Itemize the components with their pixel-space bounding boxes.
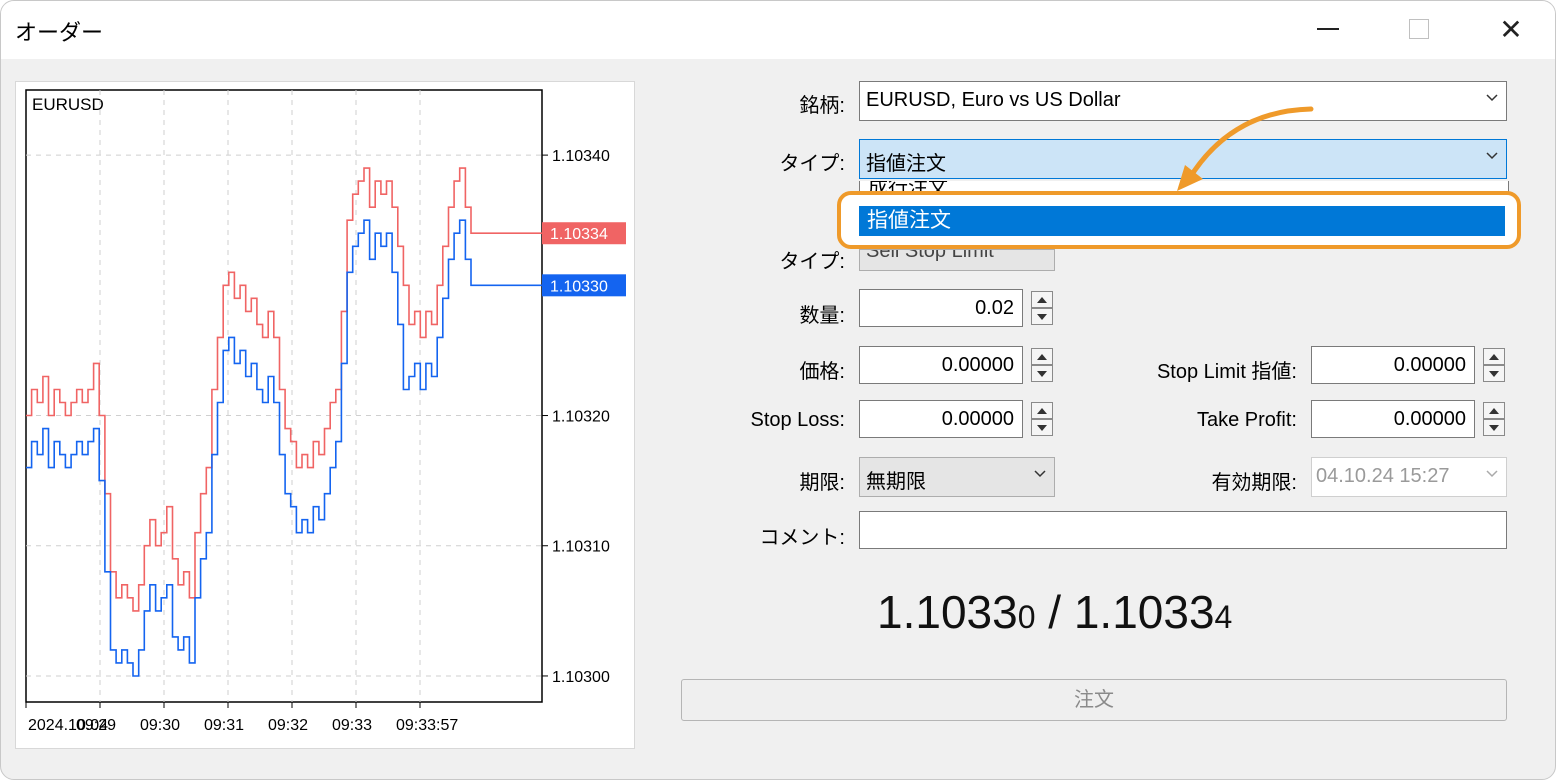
- stepper-down-icon[interactable]: [1031, 365, 1053, 382]
- minimize-button[interactable]: [1306, 9, 1350, 49]
- y-tick-label: 1.10300: [552, 669, 610, 686]
- volume-label: 数量:: [799, 305, 845, 327]
- annotation-arrow-icon: [1177, 106, 1314, 191]
- chevron-down-icon: [1486, 470, 1498, 478]
- expiry-date-value: 04.10.24 15:27: [1316, 465, 1450, 487]
- price-stepper[interactable]: [1031, 348, 1053, 382]
- stepper-up-icon[interactable]: [1031, 348, 1053, 365]
- volume-stepper[interactable]: [1031, 291, 1053, 325]
- type2-label: タイプ:: [779, 251, 845, 273]
- stop-limit-stepper[interactable]: [1483, 348, 1505, 382]
- x-tick-label: 09:33: [332, 717, 372, 734]
- x-tick-label: 09:29: [76, 717, 116, 734]
- maximize-icon: [1409, 19, 1429, 39]
- type2-select[interactable]: Sell Stop Limit: [859, 249, 1055, 271]
- y-tick-label: 1.10340: [552, 148, 610, 165]
- tick-chart: EURUSD 1.10340 1.10320 1.10310 1.10300 2024.1…: [15, 81, 635, 749]
- stepper-down-icon[interactable]: [1483, 365, 1505, 382]
- chevron-down-icon: [1486, 152, 1498, 160]
- bid-ask-quote: 1.10330 / 1.10334: [877, 585, 1232, 639]
- chart-canvas: EURUSD1.103401.103201.103101.103002024.1…: [25, 89, 626, 734]
- stop-loss-label: Stop Loss:: [750, 409, 845, 431]
- stop-limit-label: Stop Limit 指値:: [1156, 361, 1297, 383]
- expiry-value: 無期限: [866, 471, 926, 493]
- volume-input[interactable]: 0.02: [859, 289, 1023, 327]
- order-button[interactable]: 注文: [681, 679, 1507, 721]
- close-icon: ✕: [1499, 12, 1523, 46]
- x-tick-label: 09:30: [140, 717, 180, 734]
- x-tick-label: 09:33:57: [396, 717, 458, 734]
- close-button[interactable]: ✕: [1489, 9, 1533, 49]
- ask-price-small: 4: [1214, 599, 1233, 635]
- symbol-value: EURUSD, Euro vs US Dollar: [866, 89, 1121, 111]
- stepper-down-icon[interactable]: [1483, 419, 1505, 436]
- type2-value: Sell Stop Limit: [866, 249, 994, 262]
- symbol-label: 銘柄:: [799, 95, 845, 117]
- chevron-down-icon: [1486, 94, 1498, 102]
- bid-price: 1.1033: [877, 586, 1018, 638]
- order-window: オーダー ✕ EURUSD 1.10340 1.10320 1.10310 1.1030…: [0, 0, 1556, 780]
- stepper-up-icon[interactable]: [1031, 402, 1053, 419]
- quote-separator: /: [1035, 586, 1074, 638]
- last-value-label: 1.10330: [550, 278, 608, 295]
- chart-title: EURUSD: [32, 95, 104, 114]
- take-profit-input[interactable]: 0.00000: [1311, 400, 1475, 438]
- price-label: 価格:: [799, 361, 845, 383]
- minimize-icon: [1317, 28, 1339, 30]
- ask-price: 1.1033: [1073, 586, 1215, 638]
- x-tick-label: 09:31: [204, 717, 244, 734]
- maximize-button[interactable]: [1397, 9, 1441, 49]
- expiry-label: 期限:: [799, 472, 845, 494]
- expiry-select[interactable]: 無期限: [859, 457, 1055, 497]
- stepper-down-icon[interactable]: [1031, 308, 1053, 325]
- stepper-up-icon[interactable]: [1483, 348, 1505, 365]
- bid-price-small: 0: [1017, 599, 1036, 635]
- stop-loss-input[interactable]: 0.00000: [859, 400, 1023, 438]
- type-value: 指値注文: [866, 153, 946, 175]
- y-tick-label: 1.10310: [552, 539, 610, 556]
- x-tick-label: 09:32: [268, 717, 308, 734]
- title-bar: オーダー ✕: [1, 1, 1555, 59]
- take-profit-stepper[interactable]: [1483, 402, 1505, 436]
- y-tick-label: 1.10320: [552, 409, 610, 426]
- comment-label: コメント:: [759, 527, 845, 549]
- price-input[interactable]: 0.00000: [859, 346, 1023, 384]
- take-profit-label: Take Profit:: [1196, 409, 1297, 431]
- stop-loss-stepper[interactable]: [1031, 402, 1053, 436]
- last-value-label: 1.10334: [550, 226, 608, 243]
- stop-limit-input[interactable]: 0.00000: [1311, 346, 1475, 384]
- type-label: タイプ:: [779, 153, 845, 175]
- stepper-up-icon[interactable]: [1031, 291, 1053, 308]
- window-title: オーダー: [15, 21, 104, 46]
- chevron-down-icon: [1034, 470, 1046, 478]
- expiry-date-label: 有効期限:: [1211, 472, 1297, 494]
- stepper-down-icon[interactable]: [1031, 419, 1053, 436]
- stepper-up-icon[interactable]: [1483, 402, 1505, 419]
- expiry-date-picker[interactable]: 04.10.24 15:27: [1311, 457, 1507, 497]
- comment-input[interactable]: [859, 511, 1507, 549]
- dropdown-option-selected[interactable]: 指値注文: [859, 206, 1505, 236]
